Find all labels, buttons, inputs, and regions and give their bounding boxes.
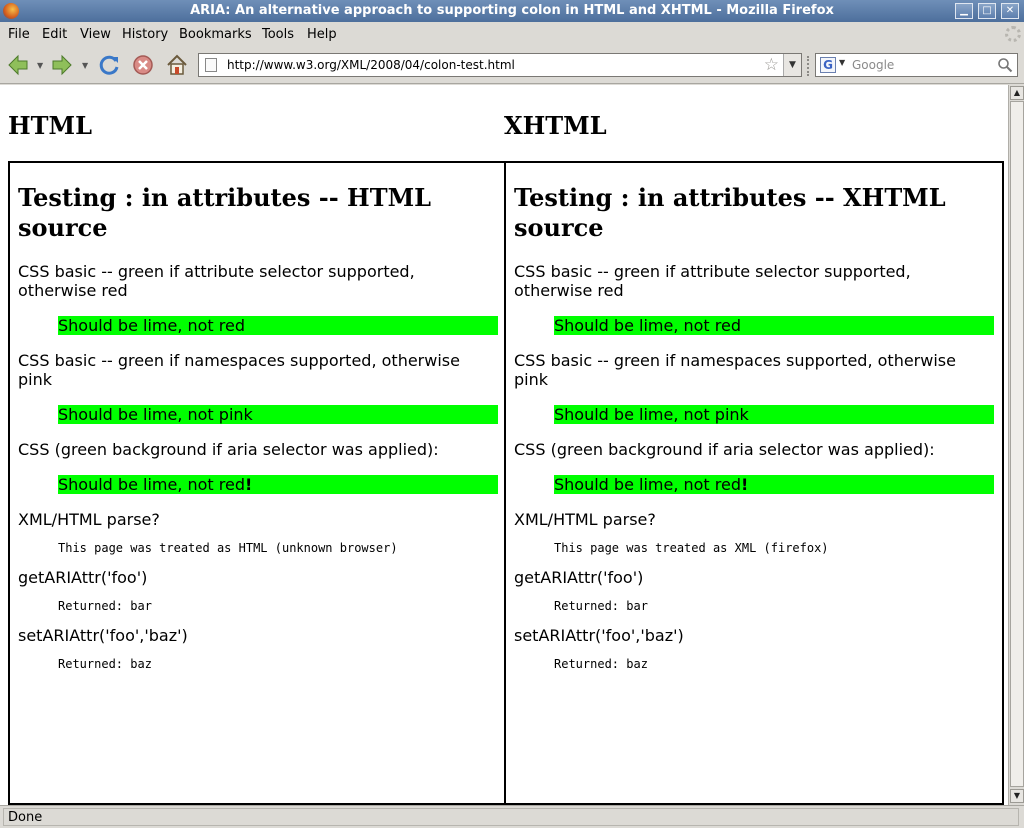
navigation-toolbar: ▼ ▼ http://www.w3.org/XML/2008/04/colon-… — [0, 46, 1024, 84]
maximize-button[interactable]: □ — [978, 3, 996, 19]
reload-icon[interactable] — [97, 53, 121, 77]
panel-title: Testing : in attributes -- XHTML source — [514, 183, 946, 242]
forward-icon[interactable] — [50, 53, 74, 77]
status-panel — [3, 808, 1019, 826]
set-attr-label: setARIAttr('foo','baz') — [18, 626, 188, 645]
url-dropdown-icon[interactable]: ▼ — [783, 54, 801, 76]
search-engine-dropdown-icon[interactable]: ▼ — [839, 58, 845, 67]
panel-title: Testing : in attributes -- HTML source — [18, 183, 432, 242]
close-button[interactable]: ✕ — [1001, 3, 1019, 19]
css-aria-result-text: Should be lime, not red — [554, 475, 742, 494]
css-aria-result: Should be lime, not red! — [554, 475, 994, 494]
menu-bar: File Edit View History Bookmarks Tools H… — [0, 22, 1024, 46]
menu-view[interactable]: View — [80, 27, 111, 42]
menu-file[interactable]: File — [8, 27, 30, 42]
xhtml-heading: XHTML — [504, 111, 607, 140]
set-attr-result: Returned: baz — [554, 657, 648, 671]
forward-history-dropdown-icon[interactable]: ▼ — [82, 61, 88, 70]
css-namespace-result: Should be lime, not pink — [554, 405, 994, 424]
back-icon[interactable] — [6, 53, 30, 77]
css-aria-mark: ! — [741, 475, 749, 494]
parse-label: XML/HTML parse? — [18, 510, 160, 529]
menu-edit[interactable]: Edit — [42, 27, 67, 42]
get-attr-label: getARIAttr('foo') — [514, 568, 644, 587]
window-title: ARIA: An alternative approach to support… — [190, 3, 834, 18]
css-aria-result-text: Should be lime, not red — [58, 475, 246, 494]
css-namespace-result: Should be lime, not pink — [58, 405, 498, 424]
get-attr-label: getARIAttr('foo') — [18, 568, 148, 587]
parse-label: XML/HTML parse? — [514, 510, 656, 529]
parse-result: This page was treated as XML (firefox) — [554, 541, 829, 555]
url-text[interactable]: http://www.w3.org/XML/2008/04/colon-test… — [227, 58, 515, 72]
stop-icon[interactable] — [131, 53, 155, 77]
css-basic-result: Should be lime, not red — [554, 316, 994, 335]
xhtml-source-frame: Testing : in attributes -- XHTML source … — [504, 161, 1004, 805]
page-icon — [205, 58, 217, 72]
activity-throbber-icon — [1005, 26, 1021, 42]
css-namespace-label: CSS basic -- green if namespaces support… — [514, 351, 956, 389]
get-attr-result: Returned: bar — [58, 599, 152, 613]
status-bar: Done — [0, 805, 1024, 828]
window-titlebar[interactable]: ARIA: An alternative approach to support… — [0, 0, 1024, 22]
menu-help[interactable]: Help — [307, 27, 337, 42]
google-engine-icon[interactable]: G — [820, 57, 836, 73]
search-input[interactable]: Google — [852, 58, 894, 72]
css-aria-mark: ! — [245, 475, 253, 494]
css-basic-label: CSS basic -- green if attribute selector… — [18, 262, 415, 300]
toolbar-grip[interactable] — [807, 56, 811, 76]
css-basic-label: CSS basic -- green if attribute selector… — [514, 262, 911, 300]
css-aria-result: Should be lime, not red! — [58, 475, 498, 494]
minimize-button[interactable]: ▁ — [955, 3, 973, 19]
css-namespace-label: CSS basic -- green if namespaces support… — [18, 351, 460, 389]
page-content: HTML XHTML Testing : in attributes -- HT… — [0, 85, 1008, 805]
home-icon[interactable] — [165, 53, 189, 77]
search-bar[interactable]: G ▼ Google — [815, 53, 1018, 77]
scrollbar-thumb[interactable] — [1010, 101, 1024, 787]
css-aria-label: CSS (green background if aria selector w… — [514, 440, 935, 459]
get-attr-result: Returned: bar — [554, 599, 648, 613]
address-bar[interactable]: http://www.w3.org/XML/2008/04/colon-test… — [198, 53, 802, 77]
back-history-dropdown-icon[interactable]: ▼ — [37, 61, 43, 70]
css-basic-result: Should be lime, not red — [58, 316, 498, 335]
parse-result: This page was treated as HTML (unknown b… — [58, 541, 398, 555]
search-icon[interactable] — [997, 57, 1013, 73]
menu-tools[interactable]: Tools — [262, 27, 294, 42]
set-attr-label: setARIAttr('foo','baz') — [514, 626, 684, 645]
set-attr-result: Returned: baz — [58, 657, 152, 671]
scroll-up-arrow-icon[interactable]: ▲ — [1010, 86, 1024, 100]
html-source-frame: Testing : in attributes -- HTML source C… — [8, 161, 506, 805]
status-text: Done — [8, 810, 43, 825]
menu-history[interactable]: History — [122, 27, 168, 42]
scroll-down-arrow-icon[interactable]: ▼ — [1010, 789, 1024, 803]
menu-bookmarks[interactable]: Bookmarks — [179, 27, 252, 42]
bookmark-star-icon[interactable]: ☆ — [764, 55, 779, 75]
html-heading: HTML — [8, 111, 92, 140]
css-aria-label: CSS (green background if aria selector w… — [18, 440, 439, 459]
vertical-scrollbar[interactable]: ▲ ▼ — [1008, 85, 1024, 805]
